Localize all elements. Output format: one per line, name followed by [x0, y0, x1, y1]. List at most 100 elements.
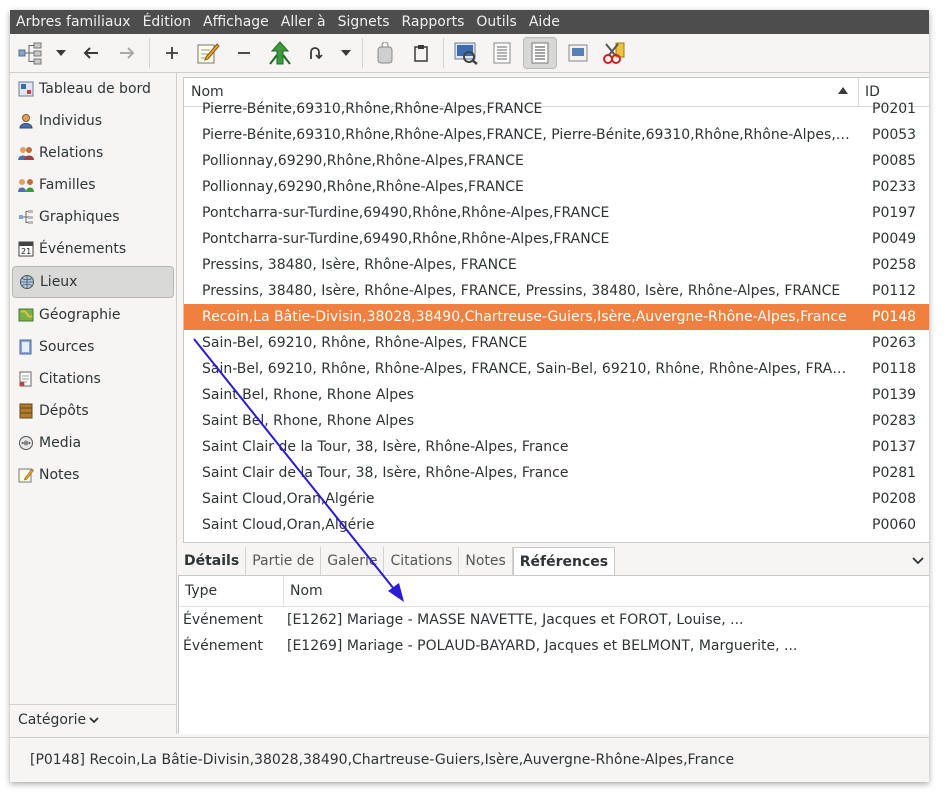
tab-galerie[interactable]: Galerie	[321, 547, 385, 575]
place-id-cell: P0053	[872, 127, 917, 143]
sidebar-item-media[interactable]: Media	[12, 428, 174, 458]
place-id-cell: P0049	[872, 231, 917, 247]
tab-citations[interactable]: Citations	[384, 547, 460, 575]
dropdown-icon[interactable]	[52, 38, 70, 68]
tab-details[interactable]: Détails	[178, 547, 247, 575]
place-name-cell: Saint Cloud,Oran,Algérie	[202, 517, 375, 533]
sidebar-item-label: Dépôts	[39, 403, 89, 419]
toolbar	[10, 34, 929, 73]
sidebar-item-tableau-de-bord[interactable]: Tableau de bord	[12, 74, 174, 104]
remove-icon[interactable]	[229, 38, 259, 68]
toolbar-separator	[362, 38, 363, 68]
table-row[interactable]: Pressins, 38480, Isère, Rhône-Alpes, FRA…	[184, 252, 929, 278]
tree-view-icon[interactable]	[16, 38, 46, 68]
sidebar-item-label: Graphiques	[39, 209, 120, 225]
menu-rapports[interactable]: Rapports	[396, 10, 471, 34]
table-row[interactable]: Pontcharra-sur-Turdine,69490,Rhône,Rhône…	[184, 200, 929, 226]
sidebar-item-label: Événements	[39, 241, 127, 257]
table-row[interactable]: Pierre-Bénite,69310,Rhône,Rhône-Alpes,FR…	[184, 122, 929, 148]
table-row[interactable]: Saint Cloud,Oran,Algérie P0208	[184, 486, 929, 512]
table-row[interactable]: Saint Bel, Rhone, Rhone Alpes P0139	[184, 382, 929, 408]
table-row[interactable]: Pollionnay,69290,Rhône,Rhône-Alpes,FRANC…	[184, 174, 929, 200]
place-name-cell: Sain-Bel, 69210, Rhône, Rhône-Alpes, FRA…	[202, 335, 528, 351]
clipboard-icon[interactable]	[406, 38, 436, 68]
menu-arbres-familiaux[interactable]: Arbres familiaux	[10, 10, 137, 34]
table-row[interactable]: Pierre-Bénite,69310,Rhône,Rhône-Alpes,FR…	[184, 96, 929, 122]
add-icon[interactable]	[157, 38, 187, 68]
media-view-icon[interactable]	[563, 38, 593, 68]
tools-icon[interactable]	[599, 38, 629, 68]
charts-icon	[17, 208, 35, 226]
history-dropdown-icon[interactable]	[337, 38, 355, 68]
sidebar-item-familles[interactable]: Familles	[12, 170, 174, 200]
sidebar-item-individus[interactable]: Individus	[12, 106, 174, 136]
map-icon	[17, 306, 35, 324]
tab-references[interactable]: Références	[512, 547, 616, 575]
menu-affichage[interactable]: Affichage	[197, 10, 275, 34]
menu-outils[interactable]: Outils	[470, 10, 522, 34]
print-preview-icon[interactable]	[451, 38, 481, 68]
sidebar-item-citations[interactable]: Citations	[12, 364, 174, 394]
table-row[interactable]: Saint Bel, Rhone, Rhone Alpes P0283	[184, 408, 929, 434]
sidebar: Tableau de bord Individus Relations Fami…	[10, 73, 176, 704]
notes-icon	[17, 466, 35, 484]
reference-name-cell: [E1262] Mariage - MASSE NAVETTE, Jacques…	[287, 612, 744, 628]
place-id-cell: P0148	[872, 309, 917, 325]
back-arrow-icon[interactable]	[76, 38, 106, 68]
menu-signets[interactable]: Signets	[332, 10, 396, 34]
table-row[interactable]: Pontcharra-sur-Turdine,69490,Rhône,Rhône…	[184, 226, 929, 252]
sidebar-item-notes[interactable]: Notes	[12, 460, 174, 490]
list-view-icon[interactable]	[487, 38, 517, 68]
column-header-type[interactable]: Type	[179, 576, 284, 606]
menubar: Arbres familiaux Édition Affichage Aller…	[10, 10, 929, 34]
reference-row[interactable]: Événement [E1262] Mariage - MASSE NAVETTE…	[179, 607, 929, 633]
sort-ascending-icon	[838, 87, 848, 94]
sidebar-item-depots[interactable]: Dépôts	[12, 396, 174, 426]
sidebar-item-relations[interactable]: Relations	[12, 138, 174, 168]
table-row[interactable]: Sain-Bel, 69210, Rhône, Rhône-Alpes, FRA…	[184, 356, 929, 382]
category-selector[interactable]: Catégorie	[10, 704, 176, 734]
column-header-type-label: Type	[185, 583, 218, 599]
place-name-cell: Saint Clair de la Tour, 38, Isère, Rhône…	[202, 465, 569, 481]
menu-aller-a[interactable]: Aller à	[275, 10, 332, 34]
reference-type-cell: Événement	[183, 638, 263, 654]
dashboard-icon	[17, 80, 35, 98]
forward-arrow-icon[interactable]	[112, 38, 142, 68]
tab-partie-de[interactable]: Partie de	[246, 547, 322, 575]
app-window: Arbres familiaux Édition Affichage Aller…	[10, 10, 929, 782]
redo-icon[interactable]	[301, 38, 331, 68]
table-row[interactable]: Sain-Bel, 69210, Rhône, Rhône-Alpes, FRA…	[184, 330, 929, 356]
table-row[interactable]: Pollionnay,69290,Rhône,Rhône-Alpes,FRANC…	[184, 148, 929, 174]
sidebar-item-evenements[interactable]: 21 Événements	[12, 234, 174, 264]
place-name-cell: Saint Clair de la Tour, 38, Isère, Rhône…	[202, 439, 569, 455]
column-header-ref-name[interactable]: Nom	[284, 576, 323, 606]
place-id-cell: P0085	[872, 153, 917, 169]
media-icon	[17, 434, 35, 452]
sidebar-item-lieux[interactable]: Lieux	[12, 266, 174, 298]
table-row[interactable]: Pressins, 38480, Isère, Rhône-Alpes, FRA…	[184, 278, 929, 304]
place-id-cell: P0139	[872, 387, 917, 403]
calendar-icon: 21	[17, 240, 35, 258]
table-row[interactable]: Saint Clair de la Tour, 38, Isère, Rhône…	[184, 434, 929, 460]
place-id-cell: P0283	[872, 413, 917, 429]
menu-aide[interactable]: Aide	[523, 10, 566, 34]
clipboard-locked-icon[interactable]	[370, 38, 400, 68]
reference-row[interactable]: Événement [E1269] Mariage - POLAUD-BAYARD…	[179, 633, 929, 659]
sidebar-item-sources[interactable]: Sources	[12, 332, 174, 362]
sidebar-item-graphiques[interactable]: Graphiques	[12, 202, 174, 232]
references-table-body: Événement [E1262] Mariage - MASSE NAVETTE…	[179, 607, 929, 659]
merge-icon[interactable]	[265, 38, 295, 68]
relations-icon	[17, 144, 35, 162]
table-row[interactable]: Saint Clair de la Tour, 38, Isère, Rhône…	[184, 460, 929, 486]
table-row[interactable]: Recoin,La Bâtie-Divisin,38028,38490,Char…	[184, 304, 929, 330]
place-id-cell: P0208	[872, 491, 917, 507]
tab-menu-chevron-icon[interactable]	[911, 553, 925, 567]
tab-notes[interactable]: Notes	[459, 547, 513, 575]
place-name-cell: Pressins, 38480, Isère, Rhône-Alpes, FRA…	[202, 257, 517, 273]
sidebar-item-geographie[interactable]: Géographie	[12, 300, 174, 330]
table-row[interactable]: Saint Cloud,Oran,Algérie P0060	[184, 512, 929, 538]
detail-view-icon[interactable]	[523, 37, 557, 69]
place-id-cell: P0263	[872, 335, 917, 351]
menu-edition[interactable]: Édition	[137, 10, 197, 34]
edit-icon[interactable]	[193, 38, 223, 68]
